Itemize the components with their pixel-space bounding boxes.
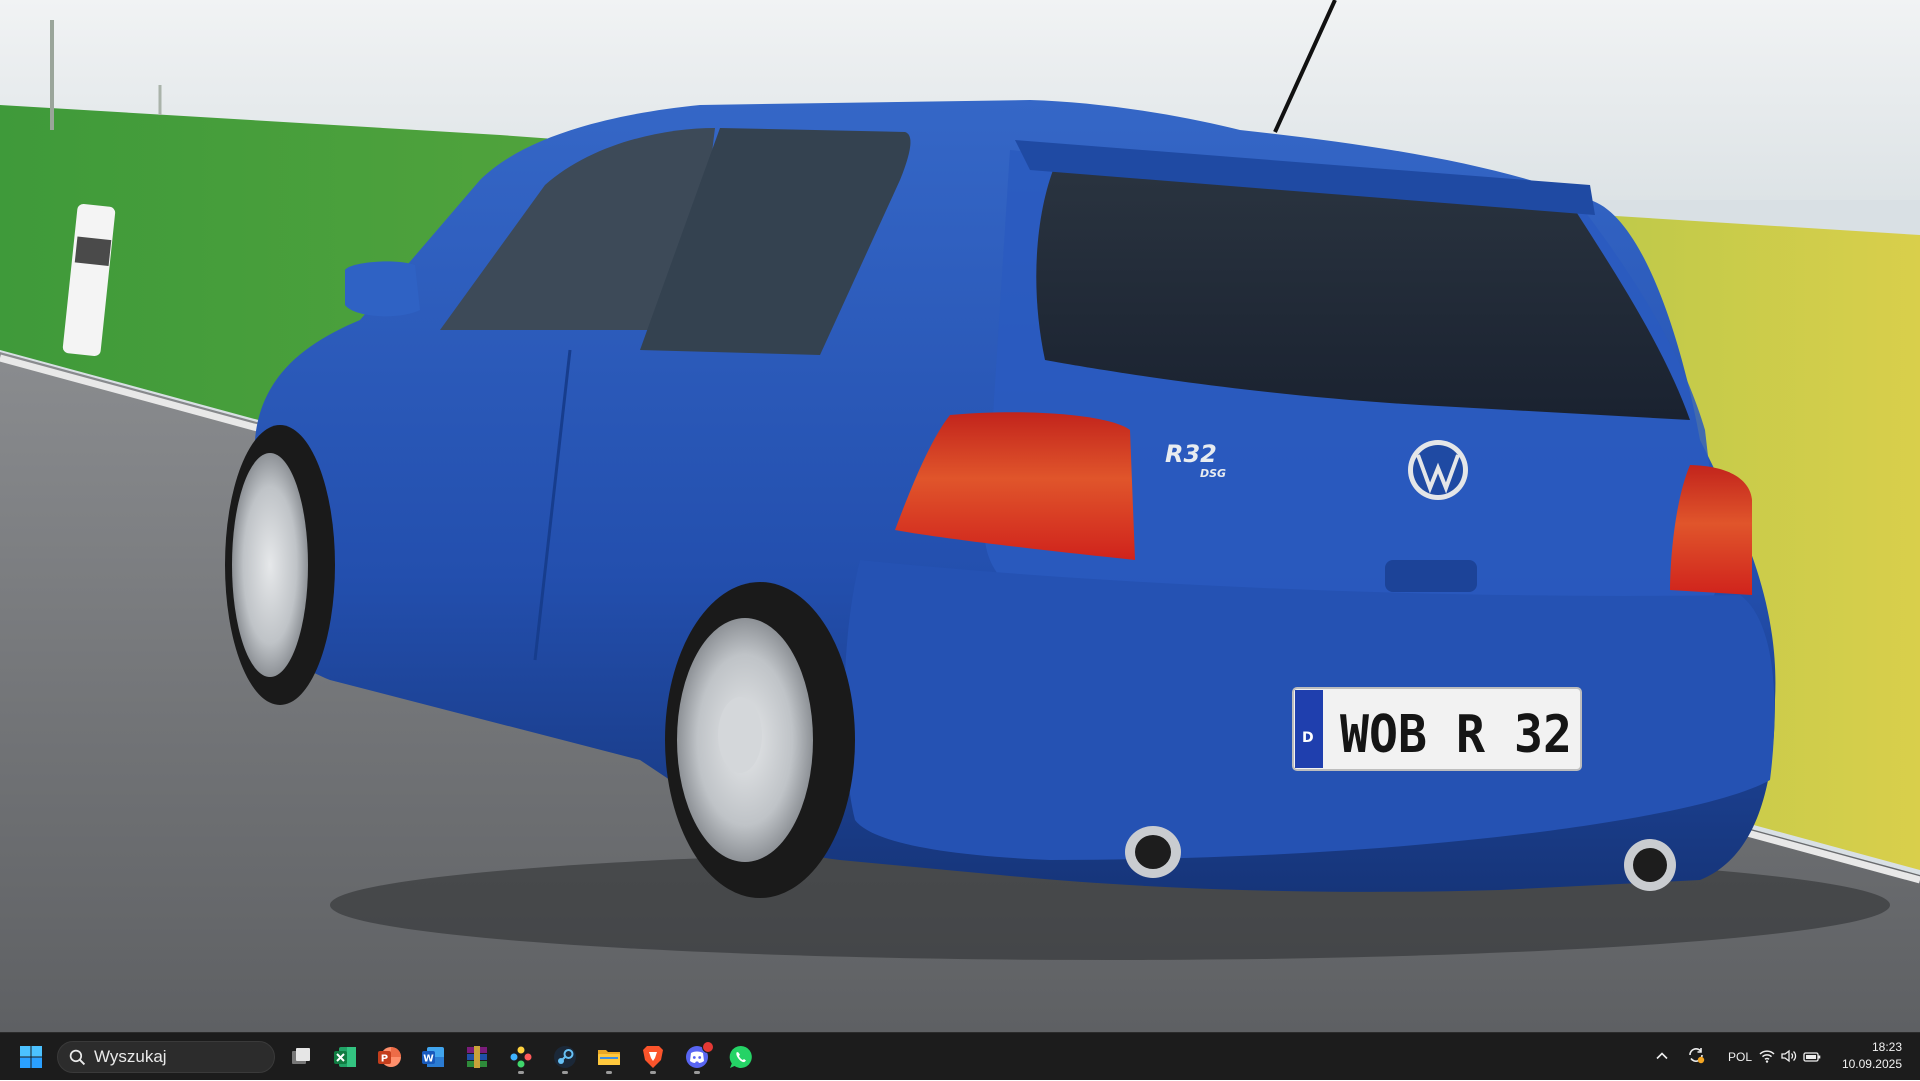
word-button[interactable]: W: [415, 1039, 451, 1075]
start-button[interactable]: [13, 1039, 49, 1075]
input-language-button[interactable]: POL: [1720, 1033, 1760, 1081]
whatsapp-icon: [728, 1044, 754, 1070]
powerpoint-icon: P: [376, 1044, 402, 1070]
steam-button[interactable]: [547, 1039, 583, 1075]
file-explorer-button[interactable]: [591, 1039, 627, 1075]
running-indicator: [694, 1071, 700, 1074]
winrar-icon: [464, 1044, 490, 1070]
gamepad-icon: [509, 1045, 533, 1069]
language-indicator: POL: [1727, 1050, 1752, 1064]
search-box[interactable]: Wyszukaj: [57, 1041, 275, 1073]
running-indicator: [518, 1071, 524, 1074]
search-icon: [69, 1049, 86, 1066]
show-hidden-icons-button[interactable]: [1650, 1033, 1674, 1081]
windows-logo-icon: [19, 1045, 43, 1069]
discord-button[interactable]: [679, 1039, 715, 1075]
clock-time: 18:23: [1871, 1040, 1902, 1054]
taskbar: Wyszukaj P W POL 18:23 10.09.2025: [0, 1032, 1920, 1080]
quick-settings-button[interactable]: [1759, 1033, 1821, 1081]
desktop: R32 DSG D WOB R 32: [0, 0, 1920, 1032]
powerpoint-button[interactable]: P: [371, 1039, 407, 1075]
running-indicator: [650, 1071, 656, 1074]
battery-icon: [1803, 1048, 1821, 1067]
notification-badge: [702, 1041, 714, 1053]
running-indicator: [562, 1071, 568, 1074]
brave-button[interactable]: [635, 1039, 671, 1075]
volume-icon: [1781, 1048, 1797, 1067]
task-view-button[interactable]: [283, 1039, 319, 1075]
chevron-up-icon: [1655, 1048, 1669, 1067]
svg-text:WOB R 32: WOB R 32: [1340, 705, 1572, 765]
sync-icon: [1687, 1046, 1705, 1068]
clock-button[interactable]: 18:23 10.09.2025: [1832, 1039, 1902, 1073]
svg-text:DSG: DSG: [1200, 467, 1226, 480]
svg-text:R32: R32: [1165, 440, 1217, 468]
wifi-icon: [1759, 1048, 1775, 1067]
running-indicator: [606, 1071, 612, 1074]
sync-status-button[interactable]: [1683, 1033, 1709, 1081]
word-icon: W: [420, 1044, 446, 1070]
excel-button[interactable]: [327, 1039, 363, 1075]
excel-icon: [332, 1044, 358, 1070]
folder-icon: [596, 1045, 622, 1069]
winrar-button[interactable]: [459, 1039, 495, 1075]
whatsapp-button[interactable]: [723, 1039, 759, 1075]
wallpaper-image: R32 DSG D WOB R 32: [0, 0, 1920, 1032]
svg-text:P: P: [381, 1054, 388, 1065]
steam-icon: [553, 1045, 577, 1069]
task-view-icon: [289, 1045, 313, 1069]
brave-icon: [641, 1044, 665, 1070]
clock-date: 10.09.2025: [1841, 1057, 1902, 1071]
games-launcher-button[interactable]: [503, 1039, 539, 1075]
svg-text:W: W: [423, 1054, 434, 1065]
search-placeholder: Wyszukaj: [94, 1047, 167, 1066]
svg-text:D: D: [1302, 730, 1314, 746]
